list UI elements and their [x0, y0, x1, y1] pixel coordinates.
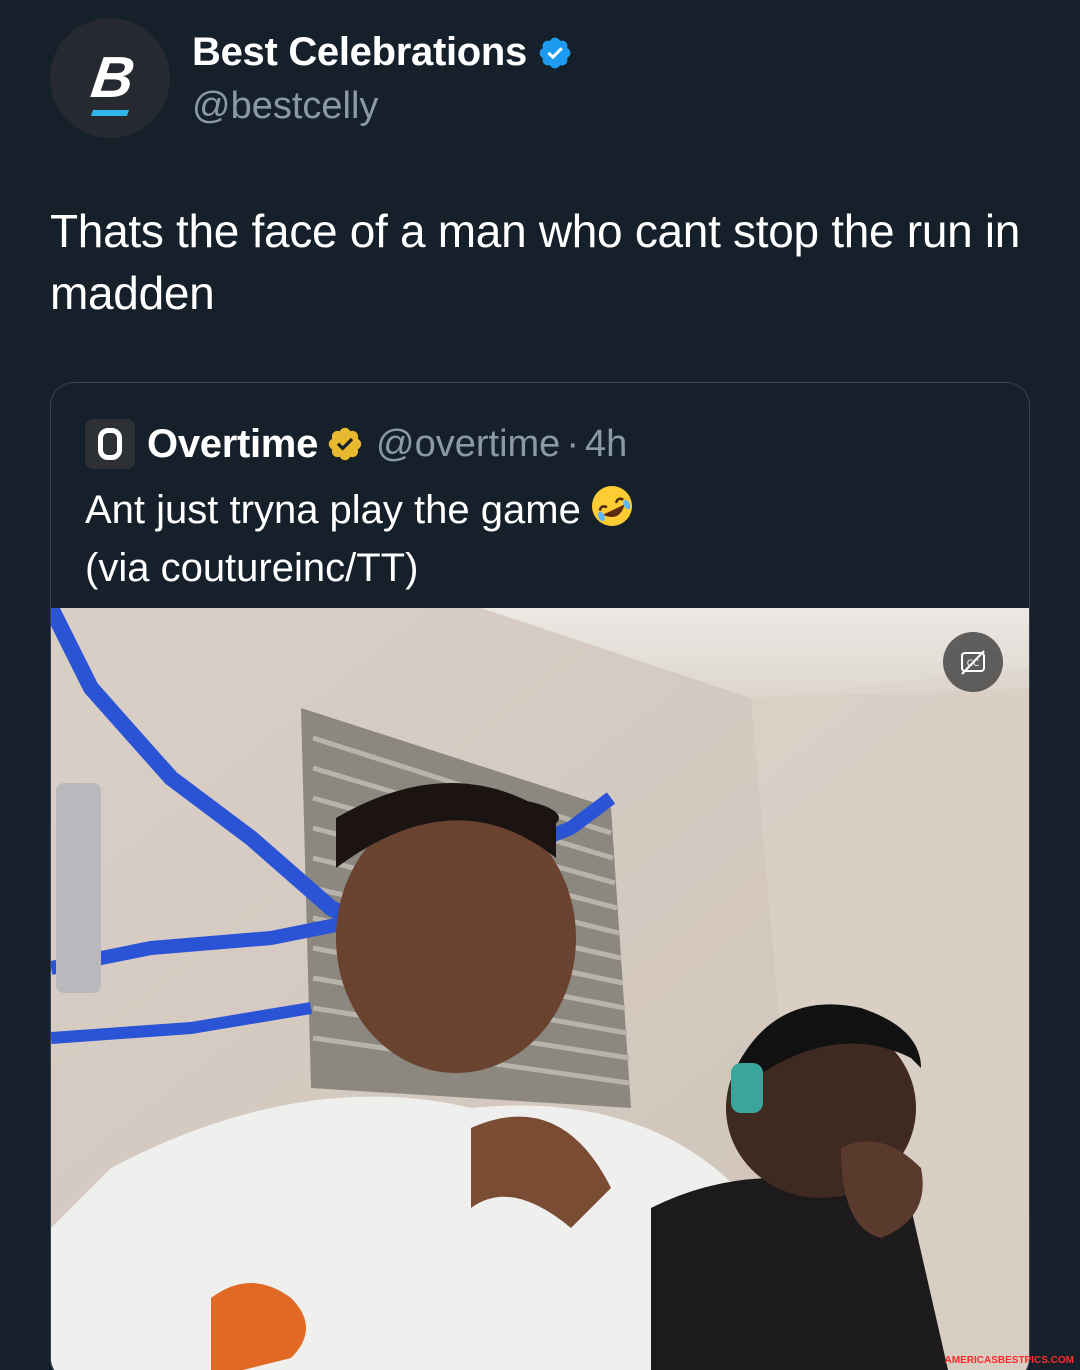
quoted-tweet-card[interactable]: Overtime @overtime · 4h Ant just tryna p… [50, 382, 1030, 1370]
avatar-logo-letter: B [87, 45, 139, 110]
tweet-page: B Best Celebrations @bestcelly Thats the… [0, 0, 1080, 1370]
author-avatar[interactable]: B [50, 18, 170, 138]
video-player[interactable]: CC [51, 608, 1029, 1370]
author-display-name[interactable]: Best Celebrations [192, 30, 527, 75]
quoted-text-line2: (via coutureinc/TT) [85, 546, 419, 590]
quoted-tweet-header: Overtime @overtime · 4h [85, 419, 627, 469]
closed-captions-button[interactable]: CC [943, 632, 1003, 692]
author-handle[interactable]: @bestcelly [192, 85, 573, 128]
quoted-timestamp[interactable]: 4h [585, 423, 627, 466]
meta-separator: · [566, 422, 579, 465]
quoted-author-avatar[interactable] [85, 419, 135, 469]
author-info: Best Celebrations @bestcelly [192, 18, 573, 128]
quoted-text-main: Ant just tryna play the game [85, 488, 581, 532]
tweet-header: B Best Celebrations @bestcelly [50, 18, 573, 138]
avatar-logo-bar [90, 110, 130, 116]
overtime-logo-icon [98, 428, 122, 460]
rolling-laughing-emoji-icon [589, 483, 635, 542]
quoted-author-name[interactable]: Overtime [147, 422, 318, 467]
quoted-author-handle[interactable]: @overtime [376, 423, 560, 466]
quoted-tweet-text: Ant just tryna play the game (via coutur… [85, 483, 985, 594]
video-frame-image [51, 608, 1029, 1370]
author-name-row: Best Celebrations [192, 30, 573, 75]
gold-verified-badge-icon [326, 425, 364, 463]
verified-badge-icon [537, 35, 573, 71]
closed-captions-off-icon: CC [961, 650, 985, 675]
site-watermark: AMERICASBESTPICS.COM [944, 1355, 1074, 1366]
tweet-text: Thats the face of a man who cant stop th… [50, 205, 1021, 319]
quoted-text-line1: Ant just tryna play the game [85, 483, 985, 542]
